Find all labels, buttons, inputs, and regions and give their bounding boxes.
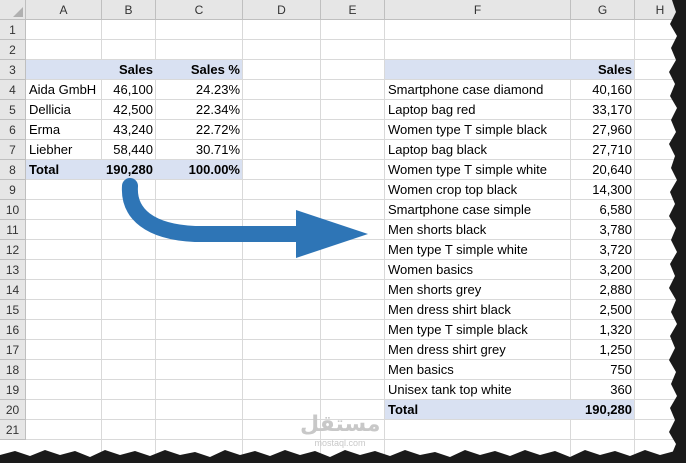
spreadsheet: A B C D E F G H 1 2 3 4 5 6 7 8 9 10 11 … — [0, 0, 686, 463]
torn-edge-right — [669, 0, 686, 463]
watermark-main: مستقل — [300, 412, 381, 437]
torn-edge-bottom — [0, 450, 686, 463]
curved-arrow-right-icon — [121, 178, 368, 258]
